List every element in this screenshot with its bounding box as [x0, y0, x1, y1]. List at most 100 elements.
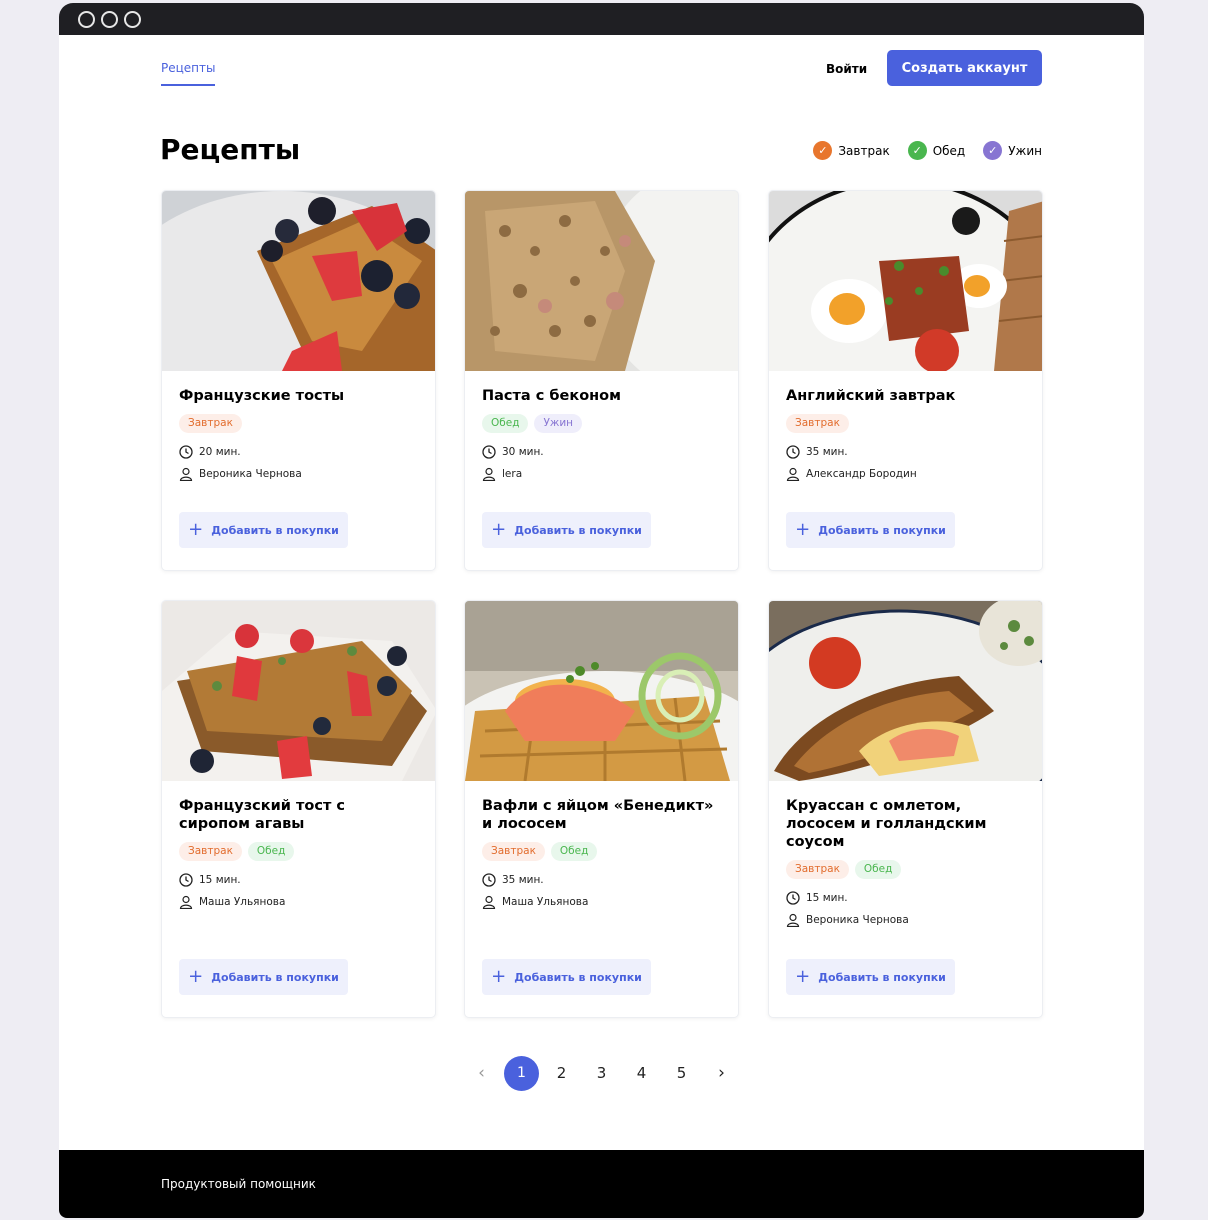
tag-list: Обед Ужин — [482, 414, 721, 433]
card-body: Вафли с яйцом «Бенедикт» и лососем Завтр… — [465, 781, 738, 925]
user-icon — [179, 895, 193, 909]
page-number: 1 — [504, 1055, 539, 1091]
recipe-photo-croissant[interactable] — [769, 601, 1042, 781]
add-to-shopping-label: Добавить в покупки — [818, 970, 946, 984]
clock-icon — [786, 891, 800, 905]
time-text: 15 мин. — [199, 874, 241, 886]
plus-icon: + — [491, 519, 507, 540]
author: lera — [482, 467, 721, 481]
prev-page-icon[interactable]: ‹ — [462, 1063, 502, 1083]
time-text: 30 мин. — [502, 446, 544, 458]
add-to-shopping-button[interactable]: + Добавить в покупки — [179, 959, 348, 995]
tag-list: Завтрак — [786, 414, 1025, 433]
time-text: 35 мин. — [502, 874, 544, 886]
tag-lunch: Обед — [482, 414, 529, 433]
author: Маша Ульянова — [482, 895, 721, 909]
add-to-shopping-button[interactable]: + Добавить в покупки — [786, 959, 955, 995]
time-text: 20 мин. — [199, 446, 241, 458]
card-title[interactable]: Круассан с омлетом, лососем и голландски… — [786, 797, 1006, 851]
page-5[interactable]: 5 — [662, 1055, 702, 1091]
title-bar — [59, 3, 1144, 35]
add-to-shopping-label: Добавить в покупки — [211, 970, 339, 984]
tag-lunch: Обед — [854, 860, 902, 879]
pagination: ‹ 1 2 3 4 5 › — [59, 1055, 1144, 1091]
page-3[interactable]: 3 — [582, 1055, 622, 1091]
recipe-photo-english-breakfast[interactable] — [769, 191, 1042, 371]
window-minimize-icon[interactable] — [101, 10, 118, 28]
window-close-icon[interactable] — [78, 10, 95, 28]
recipe-card[interactable]: Вафли с яйцом «Бенедикт» и лососем Завтр… — [464, 600, 739, 1018]
recipe-photo-pasta[interactable] — [465, 191, 738, 371]
plus-icon: + — [795, 966, 811, 987]
clock-icon — [482, 445, 496, 459]
filter-label: Завтрак — [838, 143, 890, 158]
time-text: 15 мин. — [806, 892, 848, 904]
author-name[interactable]: Вероника Чернова — [806, 914, 909, 926]
card-title[interactable]: Французские тосты — [179, 387, 418, 405]
nav-link-recipes[interactable]: Рецепты — [161, 61, 216, 86]
add-to-shopping-label: Добавить в покупки — [211, 523, 339, 537]
card-title[interactable]: Английский завтрак — [786, 387, 1025, 405]
card-body: Паста с беконом Обед Ужин 30 мин. lera — [465, 371, 738, 497]
site-header: Рецепты Войти Создать аккаунт — [59, 35, 1144, 105]
tag-lunch: Обед — [247, 842, 295, 861]
recipe-photo-french-toast-agave[interactable] — [162, 601, 435, 781]
recipe-card[interactable]: Английский завтрак Завтрак 35 мин. Алекс… — [768, 190, 1043, 571]
window-maximize-icon[interactable] — [124, 10, 141, 28]
plus-icon: + — [188, 966, 204, 987]
next-page-icon[interactable]: › — [702, 1063, 742, 1083]
filter-breakfast[interactable]: ✓ Завтрак — [813, 141, 890, 160]
add-to-shopping-button[interactable]: + Добавить в покупки — [482, 512, 651, 548]
card-title[interactable]: Паста с беконом — [482, 387, 721, 405]
plus-icon: + — [188, 519, 204, 540]
user-icon — [482, 895, 496, 909]
user-icon — [786, 467, 800, 481]
check-icon: ✓ — [813, 141, 833, 160]
add-to-shopping-button[interactable]: + Добавить в покупки — [786, 512, 955, 548]
footer-brand: Продуктовый помощник — [161, 1177, 316, 1191]
tag-list: Завтрак Обед — [482, 842, 721, 861]
author-name[interactable]: lera — [502, 468, 522, 480]
tag-list: Завтрак Обед — [179, 842, 418, 861]
author: Александр Бородин — [786, 467, 1025, 481]
recipe-photo-french-toast[interactable] — [162, 191, 435, 371]
tag-breakfast: Завтрак — [179, 842, 242, 861]
recipe-card[interactable]: Паста с беконом Обед Ужин 30 мин. lera +… — [464, 190, 739, 571]
page-4[interactable]: 4 — [622, 1055, 662, 1091]
filter-label: Обед — [932, 143, 966, 158]
author: Маша Ульянова — [179, 895, 418, 909]
login-link[interactable]: Войти — [826, 62, 867, 76]
add-to-shopping-button[interactable]: + Добавить в покупки — [482, 959, 651, 995]
recipe-card[interactable]: Французские тосты Завтрак 20 мин. Верони… — [161, 190, 436, 571]
recipe-card[interactable]: Круассан с омлетом, лососем и голландски… — [768, 600, 1043, 1018]
recipe-photo-waffles-benedict[interactable] — [465, 601, 738, 781]
signup-button[interactable]: Создать аккаунт — [887, 50, 1042, 86]
cooking-time: 20 мин. — [179, 445, 418, 459]
author-name[interactable]: Александр Бородин — [806, 468, 917, 480]
tag-list: Завтрак — [179, 414, 418, 433]
add-to-shopping-label: Добавить в покупки — [514, 523, 642, 537]
recipe-card[interactable]: Французский тост с сиропом агавы Завтрак… — [161, 600, 436, 1018]
add-to-shopping-button[interactable]: + Добавить в покупки — [179, 512, 348, 548]
author-name[interactable]: Маша Ульянова — [502, 896, 588, 908]
user-icon — [179, 467, 193, 481]
card-title[interactable]: Вафли с яйцом «Бенедикт» и лососем — [482, 797, 722, 833]
plus-icon: + — [795, 519, 811, 540]
author-name[interactable]: Маша Ульянова — [199, 896, 285, 908]
cooking-time: 15 мин. — [179, 873, 418, 887]
tag-breakfast: Завтрак — [179, 414, 242, 433]
check-icon: ✓ — [907, 141, 927, 160]
user-icon — [786, 913, 800, 927]
page-1[interactable]: 1 — [502, 1055, 542, 1091]
filter-dinner[interactable]: ✓ Ужин — [983, 141, 1042, 160]
card-body: Французский тост с сиропом агавы Завтрак… — [162, 781, 435, 925]
card-title[interactable]: Французский тост с сиропом агавы — [179, 797, 349, 833]
clock-icon — [482, 873, 496, 887]
tag-breakfast: Завтрак — [786, 860, 849, 879]
filter-lunch[interactable]: ✓ Обед — [907, 141, 966, 160]
page-2[interactable]: 2 — [542, 1055, 582, 1091]
tag-dinner: Ужин — [534, 414, 583, 433]
check-icon: ✓ — [983, 141, 1003, 160]
author-name[interactable]: Вероника Чернова — [199, 468, 302, 480]
card-body: Французские тосты Завтрак 20 мин. Верони… — [162, 371, 435, 497]
